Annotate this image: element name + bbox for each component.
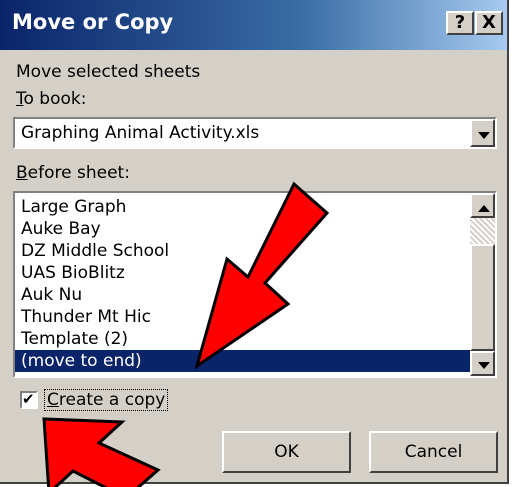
annotation-arrow-icon (42, 417, 161, 487)
annotation-arrows (42, 181, 330, 487)
annotation-arrow-icon (194, 181, 330, 370)
